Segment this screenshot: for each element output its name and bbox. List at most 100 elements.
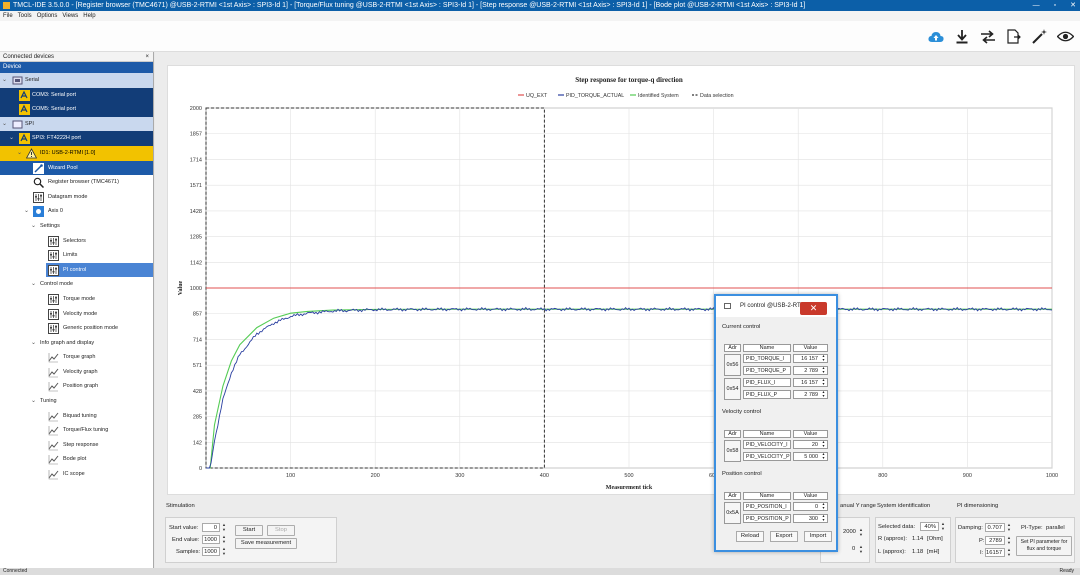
tree-node-serial[interactable]: ⌄ Serial [0,73,153,88]
start-value-stepper[interactable]: ▲ ▼ [221,522,227,532]
tree-node-axis0[interactable]: ⌄ Axis 0 [0,204,153,219]
p-stepper[interactable]: ▲ ▼ [1006,535,1012,545]
damping-stepper[interactable]: ▲ ▼ [1006,522,1012,532]
menu-file[interactable]: File [3,11,13,21]
tree-node-step-response[interactable]: Step response [0,438,153,453]
i-stepper[interactable]: ▲ ▼ [1006,547,1012,557]
i-field[interactable]: 16157 [985,548,1005,557]
pid-position-i-field[interactable]: 0 ▲ ▼ [793,502,828,511]
tree-node-com5[interactable]: COM5: Serial port [0,102,153,117]
value-stepper[interactable]: ▲ ▼ [820,354,827,362]
tree-node-bode-plot[interactable]: Bode plot [0,452,153,467]
dialog-titlebar[interactable]: PI control @USB-2-RT... ✕ [716,296,836,317]
tree-node-control-mode[interactable]: ⌄ Control mode [0,277,153,292]
reload-button[interactable]: Reload [736,531,764,542]
tree-node-torque-mode[interactable]: Torque mode [0,292,153,307]
tree-node-velocity-mode[interactable]: Velocity mode [0,307,153,322]
y-top-stepper[interactable]: ▲ ▼ [858,527,864,537]
tree-node-wizard-pool[interactable]: Wizard Pool [0,160,153,176]
tree-node-generic-position-mode[interactable]: Generic position mode [0,321,153,336]
menu-tools[interactable]: Tools [18,11,32,21]
tree-node-biquad-tuning[interactable]: Biquad tuning [0,409,153,424]
collapse-arrow-icon[interactable]: ⌄ [31,277,36,292]
magic-wand-icon[interactable] [1031,28,1048,45]
close-panel-icon[interactable]: × [145,52,149,62]
warning-icon [26,148,37,159]
menu-views[interactable]: Views [62,11,78,21]
value-stepper[interactable]: ▲ ▼ [820,502,827,510]
tree-node-position-graph[interactable]: Position graph [0,379,153,394]
collapse-arrow-icon[interactable]: ⌄ [31,336,36,351]
pi-type-value[interactable]: parallel [1046,525,1065,531]
tree-node-ic-scope[interactable]: IC scope [0,467,153,482]
selected-data-stepper[interactable]: ▲ ▼ [940,521,946,531]
collapse-arrow-icon[interactable]: ⌄ [9,131,14,146]
tree-node-velocity-graph[interactable]: Velocity graph [0,365,153,380]
tree-node-torque-flux-tuning[interactable]: Torque/Flux tuning [0,423,153,438]
tree-node-spi3[interactable]: ⌄ SPI3: FT4222H port [0,131,153,146]
collapse-arrow-icon[interactable]: ⌄ [31,394,36,409]
value-stepper[interactable]: ▲ ▼ [820,452,827,460]
collapse-arrow-icon[interactable]: ⌄ [31,219,36,234]
tree-node-limits[interactable]: Limits [0,248,153,263]
close-window-icon[interactable]: ✕ [1070,0,1076,11]
damping-field[interactable]: 0.707 [985,523,1005,532]
stop-button[interactable]: Stop [267,525,295,536]
y-top-value[interactable]: 2000 [843,529,856,535]
samples-field[interactable]: 1000 [202,547,220,556]
export-button[interactable]: Export [770,531,798,542]
export-document-icon[interactable] [1005,28,1022,45]
pid-torque-i-field[interactable]: 16 157 ▲ ▼ [793,354,828,363]
pid-velocity-i-field[interactable]: 20 ▲ ▼ [793,440,828,449]
tree-node-com3[interactable]: COM3: Serial port [0,87,153,103]
tree-node-info-graph[interactable]: ⌄ Info graph and display [0,336,153,351]
maximize-icon[interactable]: ▫ [1054,0,1056,11]
y-bottom-stepper[interactable]: ▲ ▼ [858,544,864,554]
param-name: PID_VELOCITY_I [743,440,791,449]
y-bottom-value[interactable]: 0 [852,546,855,552]
start-value-field[interactable]: 0 [202,523,220,532]
end-value-stepper[interactable]: ▲ ▼ [221,534,227,544]
value-stepper[interactable]: ▲ ▼ [820,366,827,374]
collapse-arrow-icon[interactable]: ⌄ [2,117,7,132]
step-response-chart[interactable]: 1002003004005006007008009001000014228542… [168,66,1076,496]
pid-flux-i-field[interactable]: 16 157 ▲ ▼ [793,378,828,387]
pid-torque-p-field[interactable]: 2 789 ▲ ▼ [793,366,828,375]
set-pi-parameter-button[interactable]: Set PI parameter for flux and torque [1016,536,1072,556]
collapse-arrow-icon[interactable]: ⌄ [2,73,7,88]
close-dialog-button[interactable]: ✕ [800,302,827,315]
value-stepper[interactable]: ▲ ▼ [820,390,827,398]
pid-position-p-field[interactable]: 300 ▲ ▼ [793,514,828,523]
menu-options[interactable]: Options [37,11,58,21]
p-field[interactable]: 2789 [985,536,1005,545]
tree-node-register-browser[interactable]: Register browser (TMC4671) [0,175,153,190]
tree-node-settings[interactable]: ⌄ Settings [0,219,153,234]
chart-title: Step response for torque-q direction [575,76,683,84]
tree-node-selectors[interactable]: Selectors [0,234,153,249]
tree-node-spi[interactable]: ⌄ SPI [0,116,153,132]
tree-node-pi-control[interactable]: PI control [0,262,153,278]
minimize-icon[interactable]: — [1033,0,1040,11]
pid-flux-p-field[interactable]: 2 789 ▲ ▼ [793,390,828,399]
collapse-arrow-icon[interactable]: ⌄ [24,204,29,219]
tree-node-datagram-mode[interactable]: Datagram mode [0,190,153,205]
collapse-arrow-icon[interactable]: ⌄ [17,146,22,161]
cloud-upload-icon[interactable] [927,28,944,45]
value-stepper[interactable]: ▲ ▼ [820,514,827,522]
samples-stepper[interactable]: ▲ ▼ [221,546,227,556]
tree-node-id1[interactable]: ⌄ ID1: USB-2-RTMI [1.0] [0,145,153,161]
download-icon[interactable] [953,28,970,45]
end-value-field[interactable]: 1000 [202,535,220,544]
import-button[interactable]: Import [804,531,832,542]
save-measurement-button[interactable]: Save measurement [235,538,297,549]
tree-node-tuning[interactable]: ⌄ Tuning [0,394,153,409]
transfer-arrows-icon[interactable] [979,28,996,45]
eye-icon[interactable] [1057,28,1074,45]
tree-node-torque-graph[interactable]: Torque graph [0,350,153,365]
value-stepper[interactable]: ▲ ▼ [820,378,827,386]
value-stepper[interactable]: ▲ ▼ [820,440,827,448]
selected-data-field[interactable]: 40% [920,522,939,531]
menu-help[interactable]: Help [83,11,95,21]
start-button[interactable]: Start [235,525,263,536]
pid-velocity-p-field[interactable]: 5 000 ▲ ▼ [793,452,828,461]
